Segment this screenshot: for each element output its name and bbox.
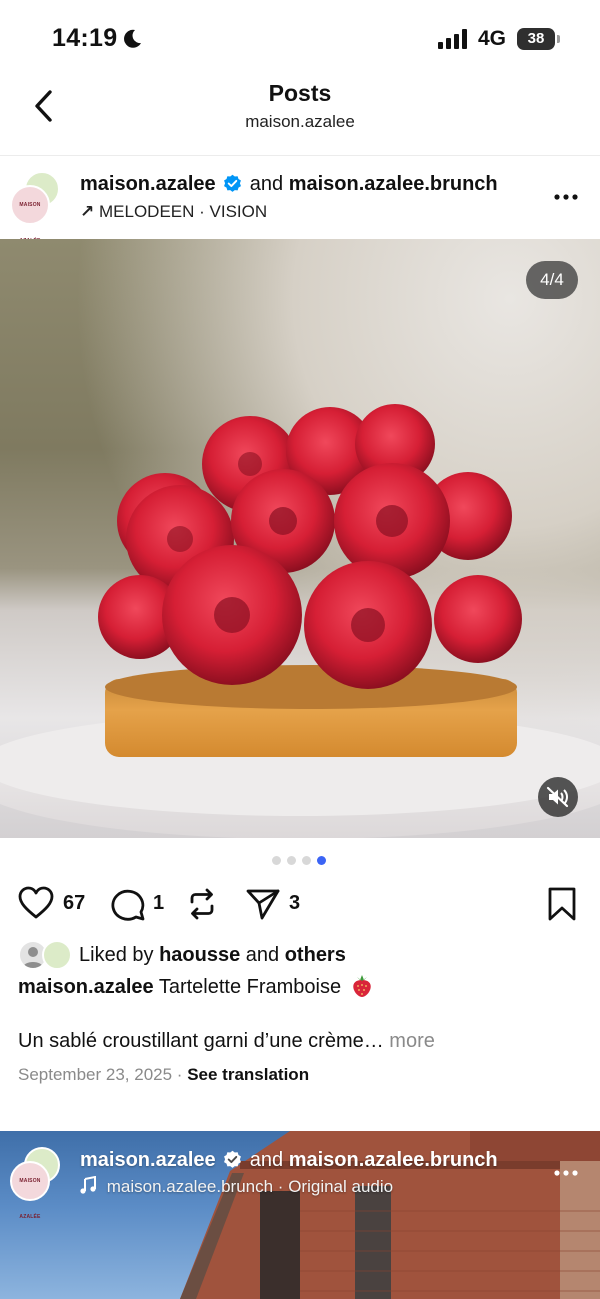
caption-body: Un sablé croustillant garni d’une crème……	[18, 1030, 435, 1053]
next-author-avatar[interactable]: MAISON AZALÉE	[10, 1161, 50, 1220]
likes-summary[interactable]: Liked by haousse and others	[18, 940, 578, 972]
caption-author[interactable]: maison.azalee	[18, 976, 154, 998]
carousel-dot	[302, 856, 311, 865]
moon-icon	[124, 29, 141, 48]
carousel-dot-active	[317, 856, 326, 865]
post-actions: 67 1 3	[0, 882, 600, 926]
repost-icon	[190, 888, 214, 920]
repost-button[interactable]	[184, 882, 224, 926]
heart-icon	[18, 886, 54, 919]
page-subtitle[interactable]: maison.azalee	[0, 112, 600, 132]
network-type: 4G	[478, 27, 507, 50]
cellular-signal-icon	[438, 29, 467, 49]
next-post-author-line: maison.azalee and maison.azalee.brunch	[80, 1149, 498, 1172]
audio-title[interactable]: MELODEEN · VISION	[99, 202, 267, 221]
author-conjunction: and	[249, 173, 284, 195]
verified-badge-icon	[224, 1150, 242, 1168]
bookmark-icon	[548, 887, 576, 921]
caption-title: Tartelette Framboise	[158, 976, 342, 998]
see-translation-link[interactable]: See translation	[187, 1065, 309, 1084]
carousel-dot	[272, 856, 281, 865]
next-post-audio-line[interactable]: maison.azalee.brunch · Original audio	[80, 1175, 393, 1197]
next-author-conjunction: and	[249, 1149, 284, 1171]
comment-icon	[111, 889, 145, 921]
status-time: 14:19	[52, 24, 118, 52]
like-count[interactable]: 67	[63, 892, 85, 915]
likes-conjunction: and	[245, 944, 280, 966]
share-button[interactable]: 3	[245, 882, 315, 926]
battery-level: 38	[517, 28, 555, 50]
save-button[interactable]	[546, 882, 580, 926]
mute-toggle-button[interactable]	[538, 777, 578, 817]
share-count[interactable]: 3	[289, 892, 300, 915]
author-name[interactable]: maison.azalee	[80, 173, 216, 195]
next-audio-separator: ·	[277, 1177, 284, 1196]
next-post[interactable]: MAISON AZALÉE maison.azalee and maison.a…	[0, 1131, 600, 1299]
strawberry-icon	[352, 975, 371, 997]
next-coauthor-name[interactable]: maison.azalee.brunch	[289, 1149, 498, 1171]
caption-more-link[interactable]: more	[389, 1030, 435, 1052]
page-title: Posts	[268, 80, 332, 106]
battery-cap	[557, 35, 560, 43]
caption-title-line: maison.azalee Tartelette Framboise	[18, 974, 373, 999]
post-author-line: maison.azalee and maison.azalee.brunch	[80, 173, 498, 196]
like-button[interactable]: 67	[18, 882, 94, 926]
likes-others-link[interactable]: others	[285, 944, 346, 966]
raspberry-tart-photo	[0, 404, 600, 838]
comment-count[interactable]: 1	[153, 892, 164, 915]
likes-prefix: Liked by	[79, 944, 154, 966]
more-options-button[interactable]	[552, 185, 580, 209]
liker-avatar[interactable]	[42, 940, 72, 970]
post-meta: September 23, 2025 · See translation	[18, 1065, 309, 1085]
send-icon	[246, 889, 280, 920]
post-date: September 23, 2025	[18, 1065, 173, 1084]
meta-separator: ·	[176, 1065, 183, 1084]
status-bar: 14:19 4G 38	[0, 0, 600, 76]
music-note-icon	[80, 1175, 96, 1194]
liked-by-user[interactable]: haousse	[159, 944, 240, 966]
author-avatars[interactable]: MAISON AZALÉE	[10, 171, 64, 244]
likes-text: Liked by haousse and others	[79, 944, 346, 967]
coauthor-name[interactable]: maison.azalee.brunch	[289, 173, 498, 195]
next-author-avatars[interactable]: MAISON AZALÉE	[10, 1147, 64, 1220]
next-audio-title[interactable]: Original audio	[288, 1177, 393, 1196]
trending-arrow-icon: ↗	[80, 202, 95, 221]
post-media[interactable]: 4/4	[0, 239, 600, 838]
verified-badge-icon	[224, 174, 242, 192]
nav-header: Posts maison.azalee	[0, 76, 600, 156]
next-audio-user[interactable]: maison.azalee.brunch	[107, 1177, 273, 1196]
next-author-name[interactable]: maison.azalee	[80, 1149, 216, 1171]
caption-text: Un sablé croustillant garni d’une crème…	[18, 1030, 384, 1052]
author-avatar[interactable]: MAISON AZALÉE	[10, 185, 50, 244]
next-more-options-button[interactable]	[552, 1161, 580, 1185]
post-audio-line[interactable]: ↗ MELODEEN · VISION	[80, 202, 267, 222]
image-counter: 4/4	[526, 261, 578, 299]
comment-button[interactable]: 1	[110, 882, 170, 926]
carousel-dot	[287, 856, 296, 865]
post-header: MAISON AZALÉE maison.azalee and maison.a…	[0, 157, 600, 244]
